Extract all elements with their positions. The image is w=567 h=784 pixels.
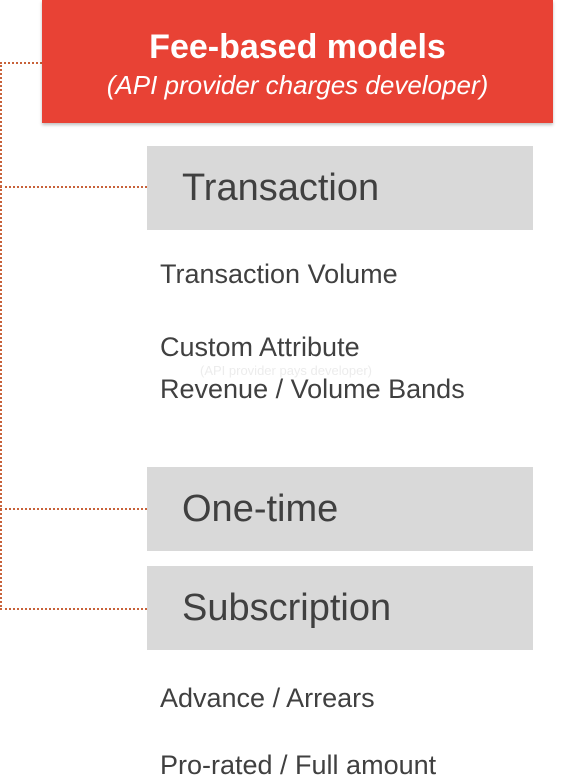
- header-title: Fee-based models: [149, 28, 446, 66]
- category-label: One-time: [182, 488, 339, 530]
- connector-to-one-time: [0, 508, 147, 510]
- list-item-advance-arrears: Advance / Arrears: [160, 683, 375, 713]
- connector-to-transaction: [0, 186, 147, 188]
- connector-to-header: [0, 62, 42, 64]
- header-subtitle: (API provider charges developer): [106, 70, 489, 100]
- fee-based-models-header: Fee-based models (API provider charges d…: [42, 0, 553, 123]
- list-item-custom-attribute: Custom Attribute: [160, 332, 360, 362]
- list-item-prorated-full-amount: Pro-rated / Full amount: [160, 750, 437, 780]
- list-item-transaction-volume: Transaction Volume: [160, 259, 398, 289]
- category-label: Transaction: [182, 167, 380, 209]
- category-one-time: One-time: [147, 467, 533, 551]
- list-item-revenue-volume-bands: Revenue / Volume Bands: [160, 374, 465, 404]
- connector-trunk: [0, 62, 2, 610]
- category-label: Subscription: [182, 587, 392, 629]
- category-transaction: Transaction: [147, 146, 533, 230]
- category-subscription: Subscription: [147, 566, 533, 650]
- connector-to-subscription: [0, 608, 147, 610]
